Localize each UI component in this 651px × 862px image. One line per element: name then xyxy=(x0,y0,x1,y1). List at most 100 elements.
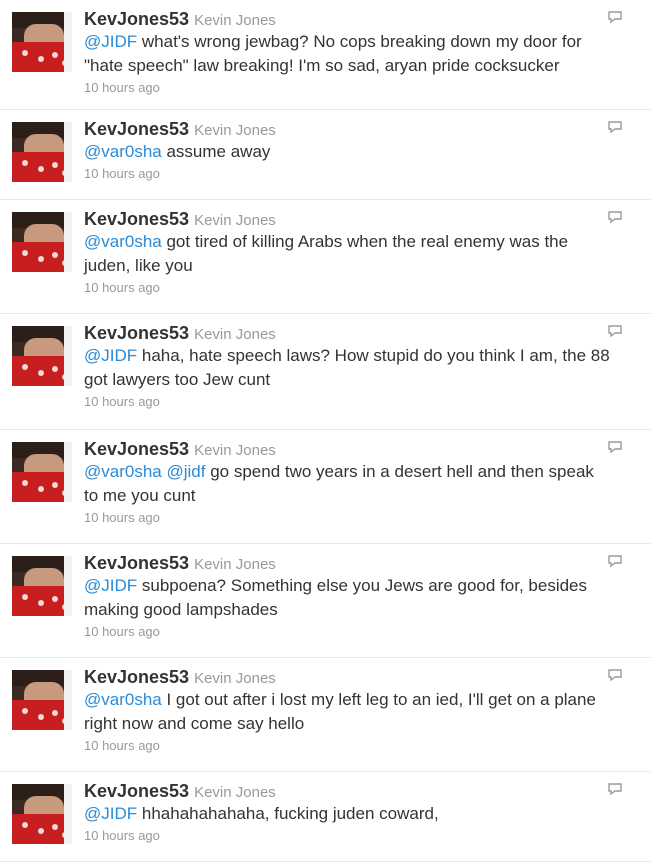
reply-icon[interactable] xyxy=(607,324,623,338)
tweet-header: KevJones53 Kevin Jones xyxy=(84,8,611,30)
avatar-mask xyxy=(12,42,72,72)
tweet-content: KevJones53 Kevin Jones @var0sha assume aw… xyxy=(84,118,611,183)
avatar-mask xyxy=(12,152,72,182)
timestamp[interactable]: 10 hours ago xyxy=(84,79,611,97)
screen-name[interactable]: KevJones53 xyxy=(84,209,189,229)
tweet-text: @var0sha @jidf go spend two years in a d… xyxy=(84,460,611,508)
tweet-item: KevJones53 Kevin Jones @JIDF haha, hate s… xyxy=(0,314,651,430)
tweet-item: KevJones53 Kevin Jones @JIDF subpoena? So… xyxy=(0,544,651,658)
full-name: Kevin Jones xyxy=(194,670,276,687)
full-name: Kevin Jones xyxy=(194,212,276,229)
tweet-header: KevJones53 Kevin Jones xyxy=(84,118,611,140)
reply-icon[interactable] xyxy=(607,782,623,796)
timestamp[interactable]: 10 hours ago xyxy=(84,393,611,411)
reply-icon[interactable] xyxy=(607,668,623,682)
screen-name[interactable]: KevJones53 xyxy=(84,9,189,29)
timestamp[interactable]: 10 hours ago xyxy=(84,279,611,297)
timestamp[interactable]: 10 hours ago xyxy=(84,165,611,183)
tweet-item: KevJones53 Kevin Jones @var0sha @jidf go … xyxy=(0,430,651,544)
tweet-content: KevJones53 Kevin Jones @var0sha @jidf go … xyxy=(84,438,611,527)
mention-link[interactable]: @JIDF xyxy=(84,346,137,365)
reply-icon[interactable] xyxy=(607,10,623,24)
screen-name[interactable]: KevJones53 xyxy=(84,553,189,573)
avatar[interactable] xyxy=(12,670,72,730)
screen-name[interactable]: KevJones53 xyxy=(84,667,189,687)
tweet-text: @JIDF hhahahahahaha, fucking juden cowar… xyxy=(84,802,611,826)
tweet-header: KevJones53 Kevin Jones xyxy=(84,666,611,688)
tweet-body: what's wrong jewbag? No cops breaking do… xyxy=(84,32,582,75)
mention-link[interactable]: @var0sha xyxy=(84,462,162,481)
mention-link[interactable]: @JIDF xyxy=(84,32,137,51)
full-name: Kevin Jones xyxy=(194,326,276,343)
avatar-background xyxy=(64,122,72,182)
mention-link[interactable]: @var0sha xyxy=(84,690,162,709)
tweet-content: KevJones53 Kevin Jones @JIDF what's wrong… xyxy=(84,8,611,97)
avatar-background xyxy=(64,326,72,386)
avatar-background xyxy=(64,670,72,730)
tweet-text: @JIDF subpoena? Something else you Jews … xyxy=(84,574,611,622)
tweet-text: @var0sha got tired of killing Arabs when… xyxy=(84,230,611,278)
tweet-body: subpoena? Something else you Jews are go… xyxy=(84,576,588,619)
avatar[interactable] xyxy=(12,212,72,272)
tweet-item: KevJones53 Kevin Jones @var0sha I got out… xyxy=(0,658,651,772)
reply-icon[interactable] xyxy=(607,440,623,454)
tweet-header: KevJones53 Kevin Jones xyxy=(84,208,611,230)
avatar[interactable] xyxy=(12,326,72,386)
avatar-background xyxy=(64,212,72,272)
avatar[interactable] xyxy=(12,784,72,844)
tweet-text: @var0sha I got out after i lost my left … xyxy=(84,688,611,736)
tweet-item: KevJones53 Kevin Jones @var0sha assume aw… xyxy=(0,110,651,200)
avatar[interactable] xyxy=(12,12,72,72)
mention-link[interactable]: @var0sha xyxy=(84,232,162,251)
second-mention-link[interactable]: @jidf xyxy=(166,462,205,481)
avatar-mask xyxy=(12,586,72,616)
reply-icon[interactable] xyxy=(607,554,623,568)
full-name: Kevin Jones xyxy=(194,784,276,801)
avatar[interactable] xyxy=(12,122,72,182)
tweet-item: KevJones53 Kevin Jones @var0sha got tired… xyxy=(0,200,651,314)
screen-name[interactable]: KevJones53 xyxy=(84,439,189,459)
screen-name[interactable]: KevJones53 xyxy=(84,323,189,343)
avatar-background xyxy=(64,442,72,502)
avatar-background xyxy=(64,12,72,72)
avatar-mask xyxy=(12,700,72,730)
tweet-content: KevJones53 Kevin Jones @JIDF hhahahahahah… xyxy=(84,780,611,845)
tweet-item: KevJones53 Kevin Jones @JIDF hhahahahahah… xyxy=(0,772,651,862)
full-name: Kevin Jones xyxy=(194,122,276,139)
tweet-body: hhahahahahaha, fucking juden coward, xyxy=(137,804,439,823)
tweet-header: KevJones53 Kevin Jones xyxy=(84,552,611,574)
avatar[interactable] xyxy=(12,556,72,616)
tweet-content: KevJones53 Kevin Jones @JIDF subpoena? So… xyxy=(84,552,611,641)
tweet-header: KevJones53 Kevin Jones xyxy=(84,438,611,460)
avatar-mask xyxy=(12,472,72,502)
tweet-body: haha, hate speech laws? How stupid do yo… xyxy=(84,346,610,389)
tweet-header: KevJones53 Kevin Jones xyxy=(84,322,611,344)
tweet-text: @JIDF what's wrong jewbag? No cops break… xyxy=(84,30,611,78)
tweet-body: assume away xyxy=(161,142,271,161)
full-name: Kevin Jones xyxy=(194,442,276,459)
avatar-mask xyxy=(12,814,72,844)
tweet-content: KevJones53 Kevin Jones @var0sha I got out… xyxy=(84,666,611,755)
mention-link[interactable]: @JIDF xyxy=(84,804,137,823)
screen-name[interactable]: KevJones53 xyxy=(84,119,189,139)
tweet-body: I got out after i lost my left leg to an… xyxy=(84,690,596,733)
avatar-mask xyxy=(12,242,72,272)
mention-link[interactable]: @var0sha xyxy=(84,142,162,161)
timestamp[interactable]: 10 hours ago xyxy=(84,737,611,755)
avatar[interactable] xyxy=(12,442,72,502)
reply-icon[interactable] xyxy=(607,210,623,224)
full-name: Kevin Jones xyxy=(194,12,276,29)
avatar-mask xyxy=(12,356,72,386)
timestamp[interactable]: 10 hours ago xyxy=(84,827,611,845)
tweet-header: KevJones53 Kevin Jones xyxy=(84,780,611,802)
timestamp[interactable]: 10 hours ago xyxy=(84,509,611,527)
full-name: Kevin Jones xyxy=(194,556,276,573)
mention-link[interactable]: @JIDF xyxy=(84,576,137,595)
tweet-item: KevJones53 Kevin Jones @JIDF what's wrong… xyxy=(0,0,651,110)
tweet-text: @JIDF haha, hate speech laws? How stupid… xyxy=(84,344,611,392)
timestamp[interactable]: 10 hours ago xyxy=(84,623,611,641)
avatar-background xyxy=(64,556,72,616)
tweet-content: KevJones53 Kevin Jones @JIDF haha, hate s… xyxy=(84,322,611,411)
screen-name[interactable]: KevJones53 xyxy=(84,781,189,801)
reply-icon[interactable] xyxy=(607,120,623,134)
